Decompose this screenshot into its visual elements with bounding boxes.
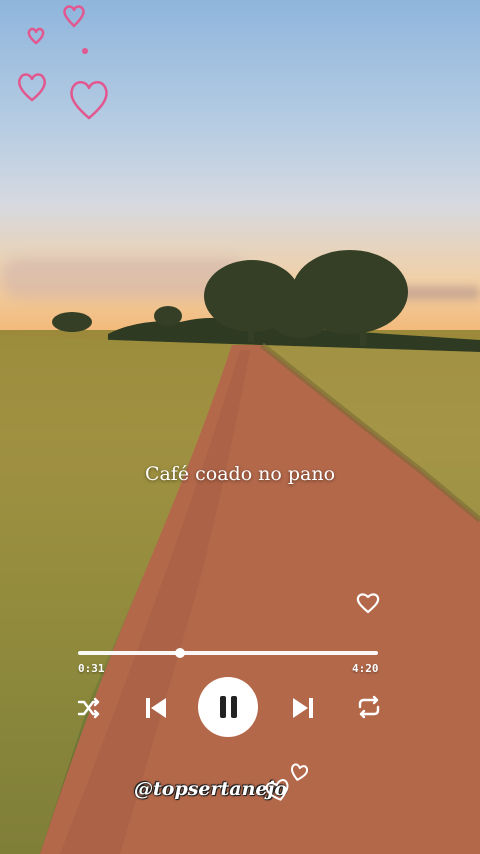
repeat-button[interactable]: [355, 694, 383, 720]
progress-thumb[interactable]: [175, 648, 185, 658]
favorite-button[interactable]: [355, 591, 381, 615]
shuffle-icon: [77, 697, 100, 719]
song-title: Café coado no pano: [144, 463, 336, 485]
progress-bar[interactable]: [78, 651, 378, 655]
handle-hearts: [265, 763, 309, 801]
previous-button[interactable]: [143, 694, 169, 722]
heart-outline-icon: [356, 593, 380, 614]
total-time: 4:20: [352, 662, 379, 675]
skip-next-icon: [293, 698, 313, 718]
elapsed-time: 0:31: [78, 662, 105, 675]
heart-outline-icon: [290, 763, 309, 781]
next-button[interactable]: [290, 694, 316, 722]
repeat-icon: [358, 695, 380, 719]
heart-outline-icon: [265, 779, 289, 801]
pause-button[interactable]: [198, 677, 258, 737]
skip-previous-icon: [146, 698, 166, 718]
shuffle-button[interactable]: [76, 695, 102, 721]
pause-icon: [220, 696, 237, 718]
